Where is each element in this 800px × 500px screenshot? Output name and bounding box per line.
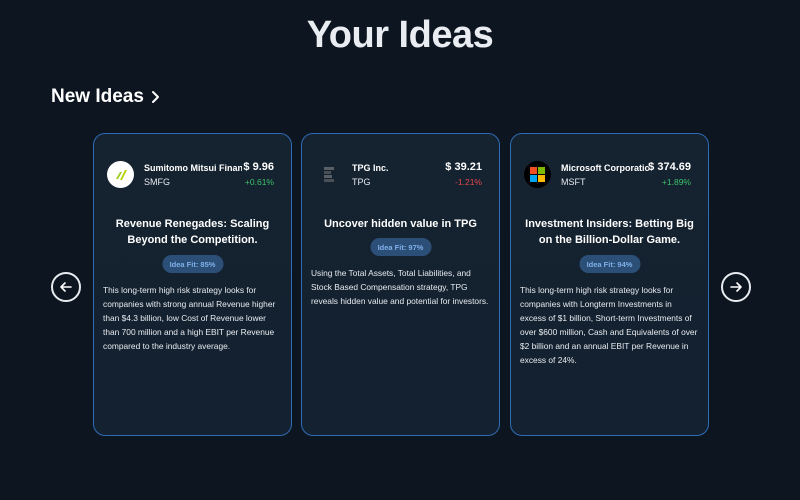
page-title: Your Ideas <box>306 14 494 56</box>
ticker-symbol: TPG <box>352 177 371 187</box>
idea-card[interactable]: Sumitomo Mitsui Financ SMFG $ 9.96 +0.61… <box>93 133 292 436</box>
stock-price: $ 39.21 <box>445 161 482 173</box>
idea-fit-badge: Idea Fit: 97% <box>370 238 431 256</box>
microsoft-logo-icon <box>524 161 551 188</box>
idea-title: Investment Insiders: Betting Big on the … <box>525 218 694 246</box>
ticker-symbol: SMFG <box>144 177 170 187</box>
carousel-prev-button[interactable] <box>51 272 81 302</box>
carousel-next-button[interactable] <box>721 272 751 302</box>
idea-title: Uncover hidden value in TPG <box>324 218 477 230</box>
idea-description: This long-term high risk strategy looks … <box>103 285 276 351</box>
ticker-symbol: MSFT <box>561 177 586 187</box>
price-change: +0.61% <box>244 177 274 187</box>
smfg-logo-icon <box>107 161 134 188</box>
arrow-right-icon <box>730 282 742 292</box>
stock-price: $ 374.69 <box>648 161 691 173</box>
company-name: Microsoft Corporatic <box>561 163 650 173</box>
company-name: Sumitomo Mitsui Financ <box>144 163 242 173</box>
new-ideas-link[interactable]: New Ideas <box>51 86 162 108</box>
ideas-page: Your Ideas New Ideas Sumitomo Mitsui Fin… <box>0 0 800 500</box>
idea-fit-badge: Idea Fit: 94% <box>579 255 640 273</box>
idea-description: This long-term high risk strategy looks … <box>520 285 698 365</box>
price-change: -1.21% <box>455 177 482 187</box>
tpg-logo-icon <box>315 161 342 188</box>
idea-card[interactable]: Microsoft Corporatic MSFT $ 374.69 +1.89… <box>510 133 709 436</box>
idea-title: Revenue Renegades: Scaling Beyond the Co… <box>115 218 270 246</box>
company-name: TPG Inc. <box>352 163 389 173</box>
stock-price: $ 9.96 <box>243 161 274 173</box>
chevron-right-icon <box>150 90 162 104</box>
idea-card[interactable]: TPG Inc. TPG $ 39.21 -1.21% Uncover hidd… <box>301 133 500 436</box>
arrow-left-icon <box>60 282 72 292</box>
idea-description: Using the Total Assets, Total Liabilitie… <box>311 268 489 306</box>
section-title: New Ideas <box>51 86 144 107</box>
price-change: +1.89% <box>661 177 691 187</box>
idea-fit-badge: Idea Fit: 85% <box>162 255 223 273</box>
